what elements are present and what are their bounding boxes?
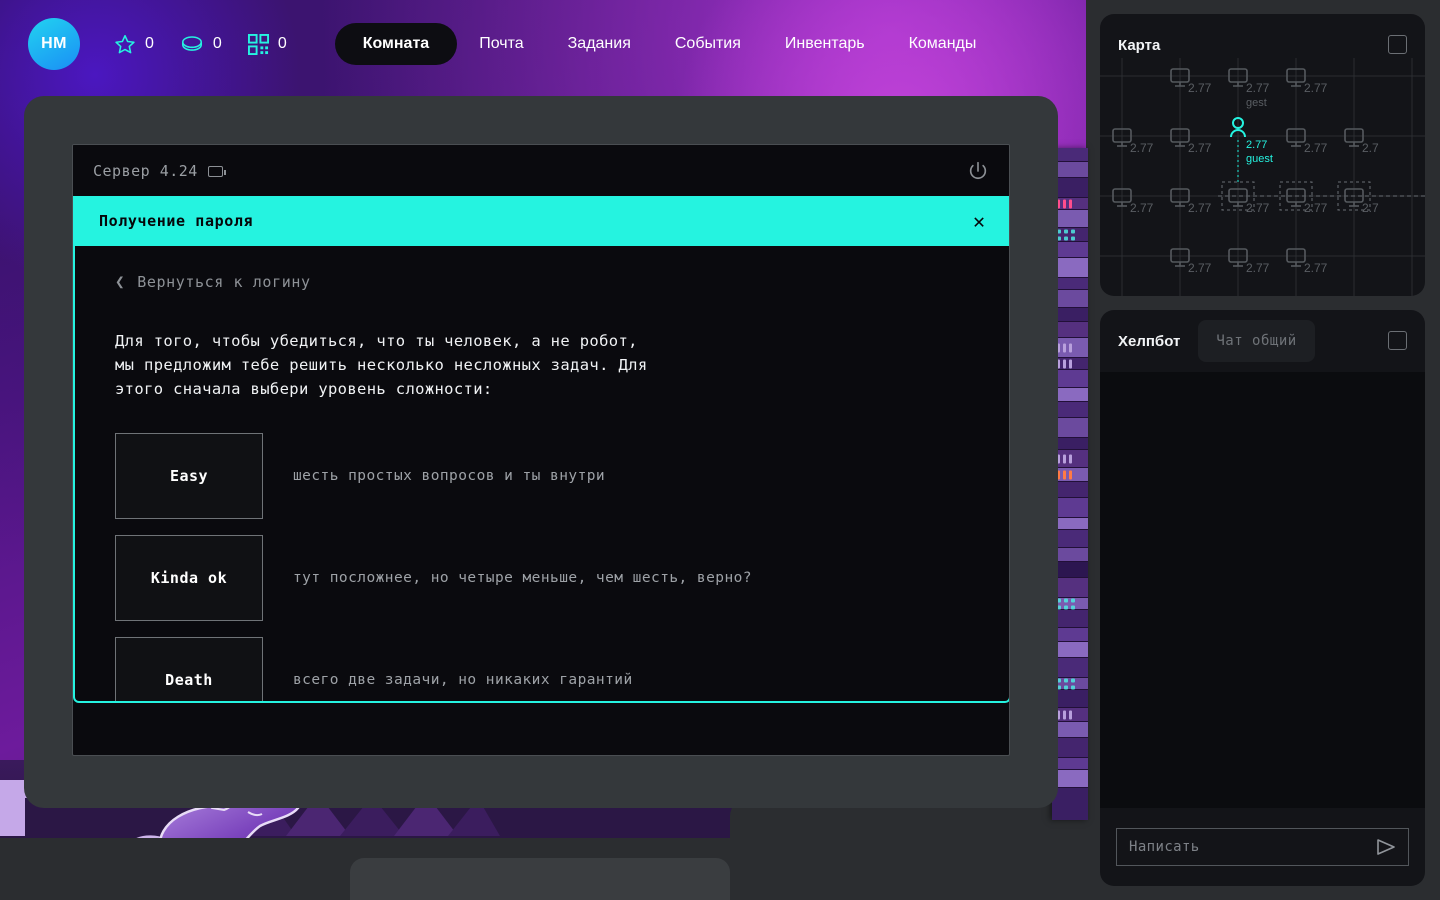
back-to-login-label: Вернуться к логину xyxy=(137,272,311,291)
modal-title: Получение пароля xyxy=(99,212,254,230)
stat-stars[interactable]: 0 xyxy=(114,33,154,55)
difficulty-row-2: Death всего две задачи, но никаких гарант… xyxy=(115,637,969,701)
player-stats: 0 0 0 xyxy=(114,33,287,55)
map-panel: Карта 2.77 2.77 gest 2.77 2.77 2.77 2.77 guest 2… xyxy=(1100,14,1425,296)
svg-text:2.77: 2.77 xyxy=(1130,141,1154,155)
terminal-title-bar: Сервер 4.24 xyxy=(73,145,1009,197)
rack-led-indicators xyxy=(1057,359,1072,368)
chat-input-wrap xyxy=(1116,828,1409,866)
avatar[interactable]: HM xyxy=(28,18,80,70)
rack-status-dots xyxy=(1057,229,1075,240)
send-icon[interactable] xyxy=(1375,837,1397,857)
chat-input[interactable] xyxy=(1116,828,1409,866)
nav-link-0[interactable]: Комната xyxy=(334,23,458,65)
chevron-left-icon: ❮ xyxy=(115,272,126,291)
svg-text:2.77: 2.77 xyxy=(1304,81,1328,95)
monitor-frame: Сервер 4.24 Получение пароля ✕ ❮ Вернуть… xyxy=(24,96,1058,808)
chat-messages-area xyxy=(1100,372,1425,808)
svg-text:2.77: 2.77 xyxy=(1304,201,1328,215)
nav-link-3[interactable]: События xyxy=(653,23,763,65)
terminal-title: Сервер 4.24 xyxy=(93,162,198,180)
svg-text:2.77: 2.77 xyxy=(1188,261,1212,275)
modal-header: Получение пароля ✕ xyxy=(75,196,1009,246)
expand-icon[interactable] xyxy=(1388,331,1407,350)
map-panel-header: Карта xyxy=(1100,14,1425,76)
svg-text:2.77: 2.77 xyxy=(1304,141,1328,155)
nav-links: Комната Почта Задания События Инвентарь Коман… xyxy=(334,23,999,65)
desk-cutout xyxy=(350,858,730,900)
svg-text:2.77: 2.77 xyxy=(1246,261,1270,275)
difficulty-choices: Easy шесть простых вопросов и ты внутри Ki… xyxy=(115,433,969,701)
terminal-screen: Сервер 4.24 Получение пароля ✕ ❮ Вернуть… xyxy=(72,144,1010,756)
nav-link-1[interactable]: Почта xyxy=(457,23,545,65)
svg-text:2.77: 2.77 xyxy=(1246,201,1270,215)
rack-led-indicators xyxy=(1057,470,1072,479)
stat-qr[interactable]: 0 xyxy=(247,33,287,55)
svg-text:guest: guest xyxy=(1246,153,1273,165)
difficulty-button-death[interactable]: Death xyxy=(115,637,263,701)
battery-icon xyxy=(207,165,226,177)
rack-led-indicators xyxy=(1057,454,1072,463)
difficulty-row-0: Easy шесть простых вопросов и ты внутри xyxy=(115,433,969,519)
power-icon[interactable] xyxy=(967,160,989,182)
nav-link-2[interactable]: Задания xyxy=(546,23,653,65)
svg-text:2.77: 2.77 xyxy=(1246,81,1270,95)
svg-text:gest: gest xyxy=(1246,97,1267,109)
rack-led-indicators xyxy=(1057,199,1072,208)
svg-text:2.77: 2.77 xyxy=(1246,139,1267,151)
tab-general-chat[interactable]: Чат общий xyxy=(1198,320,1315,362)
svg-text:2.77: 2.77 xyxy=(1188,141,1212,155)
rack-led-indicators xyxy=(1057,343,1072,352)
svg-text:2.7: 2.7 xyxy=(1362,201,1379,215)
difficulty-description-1: тут посложнее, но четыре меньше, чем шес… xyxy=(293,570,752,586)
stat-qr-value: 0 xyxy=(277,35,287,52)
top-navigation-bar: HM 0 0 0 Комната Почта Задания События И… xyxy=(0,0,1086,88)
svg-text:2.7: 2.7 xyxy=(1362,141,1379,155)
stat-coins[interactable]: 0 xyxy=(180,33,222,55)
modal-intro-text: Для того, чтобы убедиться, что ты челове… xyxy=(115,332,648,398)
chat-panel: Хелпбот Чат общий xyxy=(1100,310,1425,886)
star-icon xyxy=(115,34,135,54)
password-modal: Получение пароля ✕ ❮ Вернуться к логину … xyxy=(73,196,1009,703)
map-canvas[interactable]: 2.77 2.77 gest 2.77 2.77 2.77 2.77 guest 2.77 2.7… xyxy=(1100,58,1425,296)
app-root: HM 0 0 0 Комната Почта Задания События И… xyxy=(0,0,1440,900)
svg-text:2.77: 2.77 xyxy=(1304,261,1328,275)
terminal-title-group: Сервер 4.24 xyxy=(93,162,226,180)
stat-stars-value: 0 xyxy=(145,35,154,52)
svg-text:2.77: 2.77 xyxy=(1188,201,1212,215)
right-sidebar: Карта 2.77 2.77 gest 2.77 2.77 2.77 2.77 guest 2… xyxy=(1100,0,1440,900)
difficulty-description-0: шесть простых вопросов и ты внутри xyxy=(293,468,606,484)
difficulty-button-kinda-ok[interactable]: Kinda ok xyxy=(115,535,263,621)
expand-icon[interactable] xyxy=(1388,35,1407,54)
close-icon[interactable]: ✕ xyxy=(973,211,985,231)
qr-icon xyxy=(247,33,269,55)
map-panel-title: Карта xyxy=(1118,36,1161,54)
nav-link-4[interactable]: Инвентарь xyxy=(763,23,887,65)
difficulty-row-1: Kinda ok тут посложнее, но четыре меньше,… xyxy=(115,535,969,621)
stat-coins-value: 0 xyxy=(212,35,222,52)
tab-helpbot[interactable]: Хелпбот xyxy=(1100,310,1198,372)
difficulty-button-easy[interactable]: Easy xyxy=(115,433,263,519)
svg-text:2.77: 2.77 xyxy=(1130,201,1154,215)
difficulty-description-2: всего две задачи, но никаких гарантий xyxy=(293,672,633,688)
back-to-login-link[interactable]: ❮ Вернуться к логину xyxy=(115,272,969,291)
rack-status-dots xyxy=(1057,678,1075,689)
modal-body: ❮ Вернуться к логину Для того, чтобы убе… xyxy=(75,246,1009,701)
coin-icon xyxy=(181,36,202,51)
rack-led-indicators xyxy=(1057,710,1072,719)
rack-status-dots xyxy=(1057,598,1075,609)
nav-link-5[interactable]: Команды xyxy=(887,23,999,65)
svg-text:2.77: 2.77 xyxy=(1188,81,1212,95)
chat-tabs: Хелпбот Чат общий xyxy=(1100,310,1425,372)
